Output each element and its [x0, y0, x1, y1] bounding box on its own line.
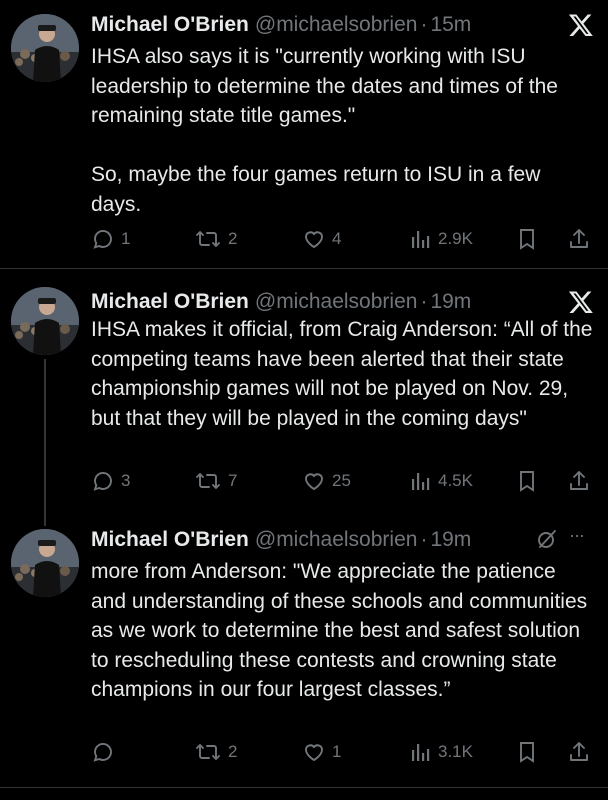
- views-count: 3.1K: [438, 742, 473, 761]
- reply-count: 3: [121, 471, 131, 490]
- views-count: 2.9K: [438, 229, 473, 248]
- avatar[interactable]: [11, 14, 79, 82]
- tweet-2[interactable]: Michael O'Brien @michaelsobrien · 19m IH…: [0, 285, 608, 526]
- views-button[interactable]: 3.1K: [410, 738, 473, 766]
- repost-icon: [196, 473, 220, 489]
- tweet-3[interactable]: Michael O'Brien @michaelsobrien · 19m ··…: [0, 523, 608, 800]
- bookmark-button[interactable]: [516, 225, 538, 253]
- heart-icon: [305, 744, 323, 762]
- tweet-header: Michael O'Brien @michaelsobrien · 19m: [91, 523, 608, 557]
- avatar[interactable]: [11, 287, 79, 355]
- share-icon: [570, 742, 588, 761]
- author-name[interactable]: Michael O'Brien: [91, 13, 249, 37]
- tweet-actions: 1 2 4 2.9K: [0, 225, 608, 253]
- like-button[interactable]: 1: [302, 738, 341, 766]
- author-name[interactable]: Michael O'Brien: [91, 528, 249, 552]
- like-button[interactable]: 25: [302, 467, 351, 495]
- author-handle[interactable]: @michaelsobrien: [255, 13, 418, 37]
- share-icon: [570, 471, 588, 490]
- thread-connector: [44, 359, 46, 526]
- bookmark-button[interactable]: [516, 738, 538, 766]
- author-handle[interactable]: @michaelsobrien: [255, 528, 418, 552]
- more-options-button[interactable]: ···: [569, 525, 585, 546]
- views-icon: [412, 231, 430, 248]
- bookmark-icon: [520, 742, 534, 763]
- tweet-actions: 3 7 25 4.5K: [0, 467, 608, 495]
- share-button[interactable]: [567, 225, 591, 253]
- tweet-header: Michael O'Brien @michaelsobrien · 15m: [91, 8, 608, 42]
- reply-icon: [93, 230, 112, 249]
- x-logo-icon: [568, 12, 594, 38]
- repost-count: 7: [228, 471, 238, 490]
- views-count: 4.5K: [438, 471, 473, 490]
- like-count: 4: [332, 229, 342, 248]
- bookmark-icon: [520, 471, 534, 492]
- share-button[interactable]: [567, 738, 591, 766]
- repost-count: 2: [228, 742, 238, 761]
- tweet-text: IHSA makes it official, from Craig Ander…: [91, 318, 599, 430]
- avatar[interactable]: [11, 529, 79, 597]
- separator-dot: ·: [420, 528, 428, 551]
- repost-button[interactable]: 2: [194, 738, 237, 766]
- reply-icon: [93, 743, 112, 762]
- avatar-photo: [11, 287, 79, 355]
- heart-icon: [305, 473, 323, 491]
- like-button[interactable]: 4: [302, 225, 341, 253]
- reply-button[interactable]: 1: [91, 225, 130, 253]
- repost-button[interactable]: 2: [194, 225, 237, 253]
- repost-icon: [196, 744, 220, 760]
- tweet-1[interactable]: Michael O'Brien @michaelsobrien · 15m IH…: [0, 8, 608, 268]
- avatar-photo: [11, 14, 79, 82]
- more-icon: ···: [569, 525, 585, 545]
- divider: [0, 787, 608, 788]
- like-count: 25: [332, 471, 351, 490]
- bookmark-button[interactable]: [516, 467, 538, 495]
- like-count: 1: [332, 742, 342, 761]
- bookmark-icon: [520, 229, 534, 250]
- separator-dot: ·: [420, 13, 428, 36]
- reply-count: 1: [121, 229, 131, 248]
- timestamp[interactable]: 15m: [430, 13, 471, 37]
- author-name[interactable]: Michael O'Brien: [91, 290, 249, 314]
- tweet-text: more from Anderson: "We appreciate the p…: [91, 560, 593, 701]
- x-logo-icon: [568, 289, 594, 315]
- views-button[interactable]: 4.5K: [410, 467, 473, 495]
- tweet-header: Michael O'Brien @michaelsobrien · 19m: [91, 285, 608, 319]
- views-icon: [412, 473, 430, 490]
- heart-icon: [305, 231, 323, 249]
- timestamp[interactable]: 19m: [430, 528, 471, 552]
- reply-button[interactable]: 3: [91, 467, 130, 495]
- repost-button[interactable]: 7: [194, 467, 237, 495]
- tweet-text: IHSA also says it is "currently working …: [91, 45, 558, 216]
- views-icon: [412, 744, 430, 761]
- separator-dot: ·: [420, 290, 428, 313]
- share-button[interactable]: [567, 467, 591, 495]
- author-handle[interactable]: @michaelsobrien: [255, 290, 418, 314]
- tweet-actions: 2 1 3.1K: [0, 738, 608, 766]
- divider: [0, 268, 608, 269]
- grok-icon[interactable]: [535, 527, 559, 551]
- share-icon: [570, 229, 588, 248]
- reply-icon: [93, 472, 112, 491]
- views-button[interactable]: 2.9K: [410, 225, 473, 253]
- repost-icon: [196, 231, 220, 247]
- repost-count: 2: [228, 229, 238, 248]
- timestamp[interactable]: 19m: [430, 290, 471, 314]
- avatar-photo: [11, 529, 79, 597]
- reply-button[interactable]: [91, 738, 121, 766]
